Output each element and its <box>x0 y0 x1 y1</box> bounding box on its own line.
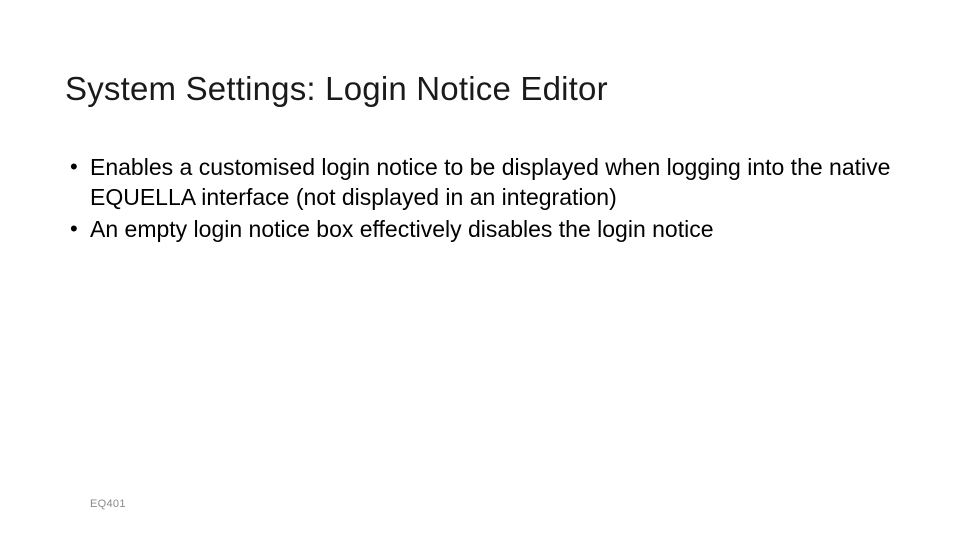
bullet-item: Enables a customised login notice to be … <box>65 153 895 213</box>
bullet-list: Enables a customised login notice to be … <box>65 153 895 245</box>
slide-title: System Settings: Login Notice Editor <box>65 70 895 108</box>
slide-footer: EQ401 <box>90 498 126 510</box>
slide-container: System Settings: Login Notice Editor Ena… <box>0 0 960 540</box>
bullet-item: An empty login notice box effectively di… <box>65 215 895 245</box>
slide-content: Enables a customised login notice to be … <box>65 153 895 245</box>
